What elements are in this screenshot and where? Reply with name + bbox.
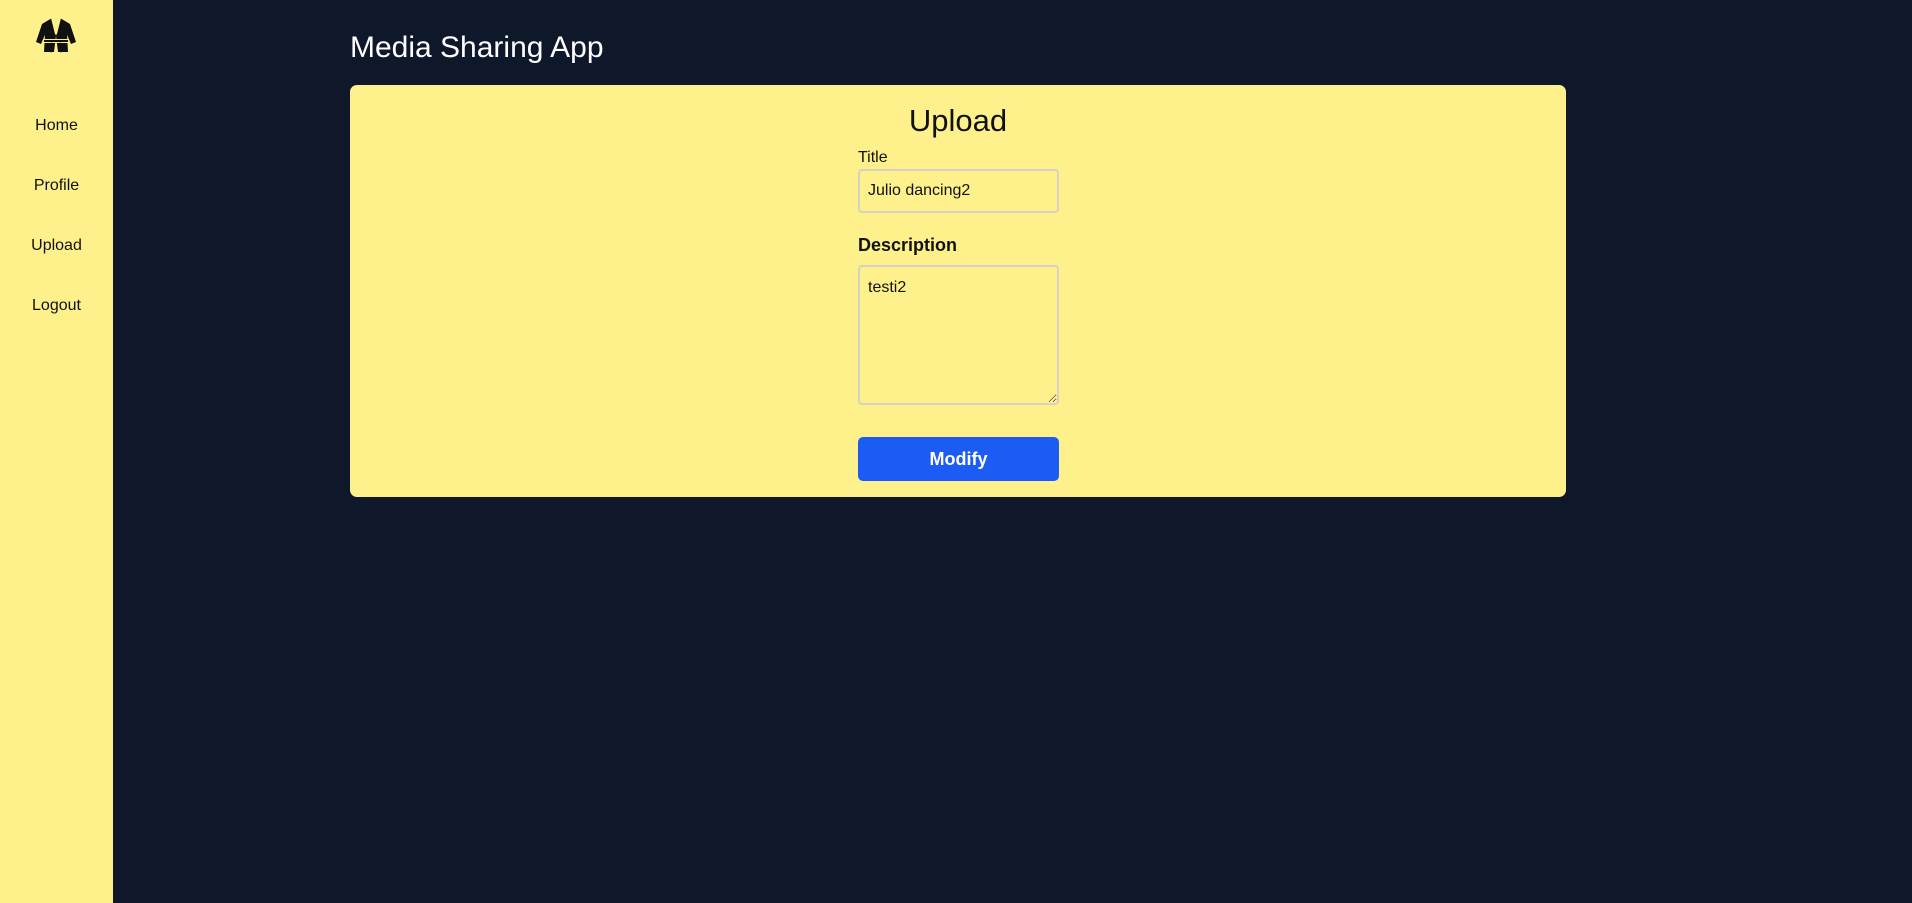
title-label: Title <box>858 149 888 166</box>
modify-button[interactable]: Modify <box>858 437 1059 481</box>
app-title: Media Sharing App <box>350 31 604 64</box>
upload-card: Upload Title Description testi2 Modify <box>350 85 1566 497</box>
description-textarea[interactable]: testi2 <box>858 265 1059 405</box>
sidebar: Home Profile Upload Logout <box>0 0 113 903</box>
sidebar-item-logout[interactable]: Logout <box>0 293 113 353</box>
description-label: Description <box>858 235 958 255</box>
sidebar-item-home[interactable]: Home <box>0 113 113 173</box>
karate-gi-icon[interactable] <box>32 12 80 60</box>
form-heading: Upload <box>908 103 1008 138</box>
title-input[interactable] <box>858 169 1059 213</box>
sidebar-item-upload[interactable]: Upload <box>0 233 113 293</box>
sidebar-item-profile[interactable]: Profile <box>0 173 113 233</box>
sidebar-nav: Home Profile Upload Logout <box>0 113 113 353</box>
